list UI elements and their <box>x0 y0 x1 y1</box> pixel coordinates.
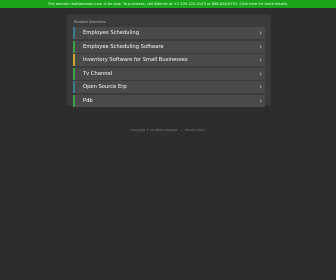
link-accent-bar <box>73 40 75 53</box>
link-accent-bar <box>73 81 75 93</box>
related-searches-list: Employee Scheduling › Employee Schedulin… <box>73 27 265 108</box>
footer-separator: | <box>181 128 183 132</box>
copyright-text: Copyright © All rights reserved. <box>130 128 179 132</box>
related-searches-heading: Related Searches: <box>74 20 107 24</box>
link-accent-bar <box>73 27 75 39</box>
search-link-label[interactable]: Employee Scheduling <box>83 27 139 39</box>
link-accent-bar <box>73 94 75 107</box>
chevron-right-icon[interactable]: › <box>259 27 262 39</box>
chevron-right-icon[interactable]: › <box>259 81 262 93</box>
chevron-right-icon[interactable]: › <box>259 95 262 107</box>
page-footer: Copyright © All rights reserved. | Priva… <box>0 128 336 132</box>
search-link-pdb[interactable]: Pdb › <box>73 94 265 107</box>
search-link-label[interactable]: Inventory Software for Small Businesses <box>83 54 188 66</box>
chevron-right-icon[interactable]: › <box>259 41 262 53</box>
search-link-employee-scheduling-software[interactable]: Employee Scheduling Software › <box>73 40 265 53</box>
search-link-open-source-erp[interactable]: Open Source Erp › <box>73 81 265 93</box>
link-accent-bar <box>73 67 75 80</box>
search-link-label[interactable]: Tv Channel <box>83 68 112 80</box>
sale-banner[interactable]: The domain reallsdomain.com is for sale.… <box>0 0 336 8</box>
chevron-right-icon[interactable]: › <box>259 68 262 80</box>
search-link-inventory-software[interactable]: Inventory Software for Small Businesses … <box>73 54 265 66</box>
search-link-label[interactable]: Pdb <box>83 95 93 107</box>
search-link-employee-scheduling[interactable]: Employee Scheduling › <box>73 27 265 39</box>
search-link-tv-channel[interactable]: Tv Channel › <box>73 67 265 80</box>
chevron-right-icon[interactable]: › <box>259 54 262 66</box>
related-searches-panel: Related Searches: Employee Scheduling › … <box>66 14 271 108</box>
search-link-label[interactable]: Employee Scheduling Software <box>83 41 164 53</box>
link-accent-bar <box>73 54 75 66</box>
privacy-policy-link[interactable]: Privacy Policy <box>185 128 205 132</box>
search-link-label[interactable]: Open Source Erp <box>83 81 127 93</box>
sale-banner-text[interactable]: The domain reallsdomain.com is for sale.… <box>48 2 288 6</box>
